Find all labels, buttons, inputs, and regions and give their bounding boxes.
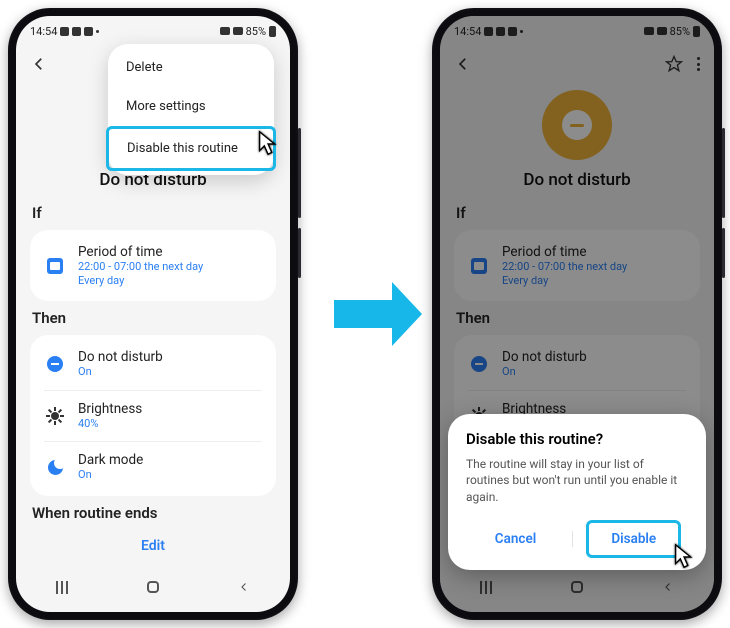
then-title: Brightness bbox=[78, 401, 142, 417]
disable-button[interactable]: Disable bbox=[586, 520, 681, 558]
section-ends-label: When routine ends bbox=[32, 504, 274, 522]
moon-icon bbox=[48, 460, 63, 475]
transition-arrow-icon bbox=[325, 300, 405, 328]
menu-item-more[interactable]: More settings bbox=[108, 87, 274, 126]
status-notif-icon bbox=[84, 27, 93, 36]
disable-dialog: Disable this routine? The routine will s… bbox=[448, 414, 706, 570]
vibrate-icon bbox=[220, 27, 230, 35]
dialog-body: The routine will stay in your list of ro… bbox=[466, 456, 688, 506]
then-sub: 40% bbox=[78, 417, 142, 431]
status-bar: 14:54 85% bbox=[16, 16, 290, 46]
menu-item-delete[interactable]: Delete bbox=[108, 48, 274, 87]
section-then-label: Then bbox=[32, 309, 274, 327]
if-repeat: Every day bbox=[78, 274, 203, 287]
status-notif-icon bbox=[60, 27, 69, 36]
status-battery-text: 85% bbox=[246, 25, 266, 38]
cursor-icon bbox=[670, 542, 700, 572]
overflow-menu: Delete More settings Disable this routin… bbox=[108, 44, 274, 175]
status-more-icon bbox=[96, 30, 99, 33]
if-row-period[interactable]: Period of time 22:00 - 07:00 the next da… bbox=[30, 234, 276, 297]
if-time: 22:00 - 07:00 the next day bbox=[78, 260, 203, 274]
wifi-icon bbox=[233, 27, 243, 35]
back-icon[interactable] bbox=[30, 55, 48, 73]
nav-bar bbox=[16, 570, 290, 604]
if-title: Period of time bbox=[78, 244, 203, 260]
if-card[interactable]: Period of time 22:00 - 07:00 the next da… bbox=[30, 230, 276, 301]
dnd-icon bbox=[47, 356, 63, 372]
then-sub: On bbox=[78, 365, 163, 379]
menu-item-disable[interactable]: Disable this routine bbox=[106, 126, 276, 171]
dialog-title: Disable this routine? bbox=[466, 430, 688, 448]
cursor-icon bbox=[254, 129, 284, 159]
nav-recent-icon[interactable] bbox=[56, 581, 68, 594]
then-title: Do not disturb bbox=[78, 349, 163, 365]
calendar-icon bbox=[47, 258, 63, 274]
dialog-separator bbox=[572, 531, 573, 547]
then-title: Dark mode bbox=[78, 452, 143, 468]
status-time: 14:54 bbox=[30, 25, 57, 38]
then-sub: On bbox=[78, 468, 143, 482]
brightness-icon bbox=[47, 408, 63, 424]
phone-after: 14:54 85% bbox=[432, 8, 722, 620]
battery-icon bbox=[269, 26, 276, 37]
nav-home-icon[interactable] bbox=[147, 581, 159, 593]
status-notif-icon bbox=[72, 27, 81, 36]
nav-back-icon[interactable] bbox=[238, 581, 250, 593]
then-row-darkmode[interactable]: Dark mode On bbox=[30, 442, 276, 492]
then-row-dnd[interactable]: Do not disturb On bbox=[30, 339, 276, 389]
edit-button[interactable]: Edit bbox=[30, 530, 276, 554]
then-row-brightness[interactable]: Brightness 40% bbox=[30, 391, 276, 441]
phone-before: 14:54 85% bbox=[8, 8, 298, 620]
section-if-label: If bbox=[32, 204, 274, 222]
cancel-button[interactable]: Cancel bbox=[473, 523, 558, 555]
then-card: Do not disturb On bbox=[30, 335, 276, 496]
